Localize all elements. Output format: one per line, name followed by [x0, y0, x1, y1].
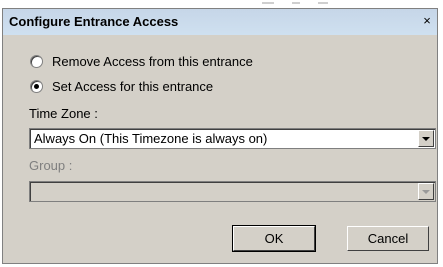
set-access-label: Set Access for this entrance	[52, 78, 214, 94]
close-icon[interactable]: ×	[419, 13, 435, 29]
title-bar[interactable]: Configure Entrance Access ×	[3, 9, 437, 35]
background-fragment	[262, 2, 274, 4]
chevron-down-icon	[422, 189, 430, 194]
time-zone-label: Time Zone :	[29, 106, 98, 121]
dialog-title: Configure Entrance Access	[9, 14, 179, 29]
radio-circle[interactable]	[30, 54, 43, 68]
time-zone-select[interactable]: Always On (This Timezone is always on)	[29, 128, 436, 149]
group-dropdown-button[interactable]	[418, 183, 434, 200]
configure-entrance-dialog: Configure Entrance Access × Remove Acces…	[2, 8, 438, 264]
chevron-down-icon	[422, 136, 430, 141]
remove-access-radio[interactable]: Remove Access from this entrance	[30, 52, 253, 70]
cancel-button[interactable]: Cancel	[347, 226, 429, 251]
radio-circle-selected[interactable]	[30, 79, 43, 93]
background-fragment	[318, 2, 328, 4]
background-fragment	[292, 2, 300, 4]
ok-button[interactable]: OK	[232, 225, 316, 252]
group-label: Group :	[29, 158, 73, 173]
set-access-radio[interactable]: Set Access for this entrance	[30, 77, 213, 95]
background-strip	[0, 0, 443, 8]
time-zone-value: Always On (This Timezone is always on)	[34, 131, 268, 146]
group-select[interactable]	[29, 181, 436, 202]
remove-access-label: Remove Access from this entrance	[52, 53, 253, 69]
time-zone-dropdown-button[interactable]	[418, 130, 434, 147]
